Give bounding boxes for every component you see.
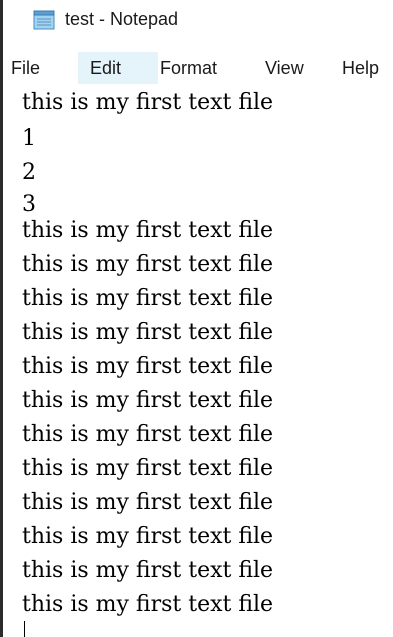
title-bar[interactable]: test - Notepad bbox=[3, 0, 393, 42]
text-line: this is my first text file bbox=[22, 90, 274, 115]
text-line: this is my first text file bbox=[22, 388, 274, 413]
text-caret bbox=[24, 621, 25, 637]
text-line: this is my first text file bbox=[22, 218, 274, 243]
text-line: this is my first text file bbox=[22, 422, 274, 447]
text-line: this is my first text file bbox=[22, 252, 274, 277]
text-line: this is my first text file bbox=[22, 456, 274, 481]
menu-file[interactable]: File bbox=[11, 52, 51, 84]
menu-edit[interactable]: Edit bbox=[78, 52, 158, 84]
text-line: this is my first text file bbox=[22, 490, 274, 515]
text-editor[interactable]: this is my first text file 1 2 3 this is… bbox=[3, 86, 393, 637]
text-line: this is my first text file bbox=[22, 524, 274, 549]
text-line: this is my first text file bbox=[22, 558, 274, 583]
text-line: this is my first text file bbox=[22, 286, 274, 311]
window-title: test - Notepad bbox=[65, 9, 179, 29]
menu-format[interactable]: Format bbox=[160, 52, 240, 84]
text-line: this is my first text file bbox=[22, 592, 274, 617]
menu-help[interactable]: Help bbox=[342, 52, 392, 84]
text-line: this is my first text file bbox=[22, 320, 274, 345]
text-line: 1 bbox=[22, 126, 36, 151]
notepad-window: test - Notepad File Edit Format View Hel… bbox=[0, 0, 393, 637]
text-line: 2 bbox=[22, 160, 36, 185]
text-line: this is my first text file bbox=[22, 354, 274, 379]
menu-view[interactable]: View bbox=[265, 52, 315, 84]
notepad-icon bbox=[33, 10, 55, 30]
menu-bar: File Edit Format View Help bbox=[3, 52, 393, 84]
